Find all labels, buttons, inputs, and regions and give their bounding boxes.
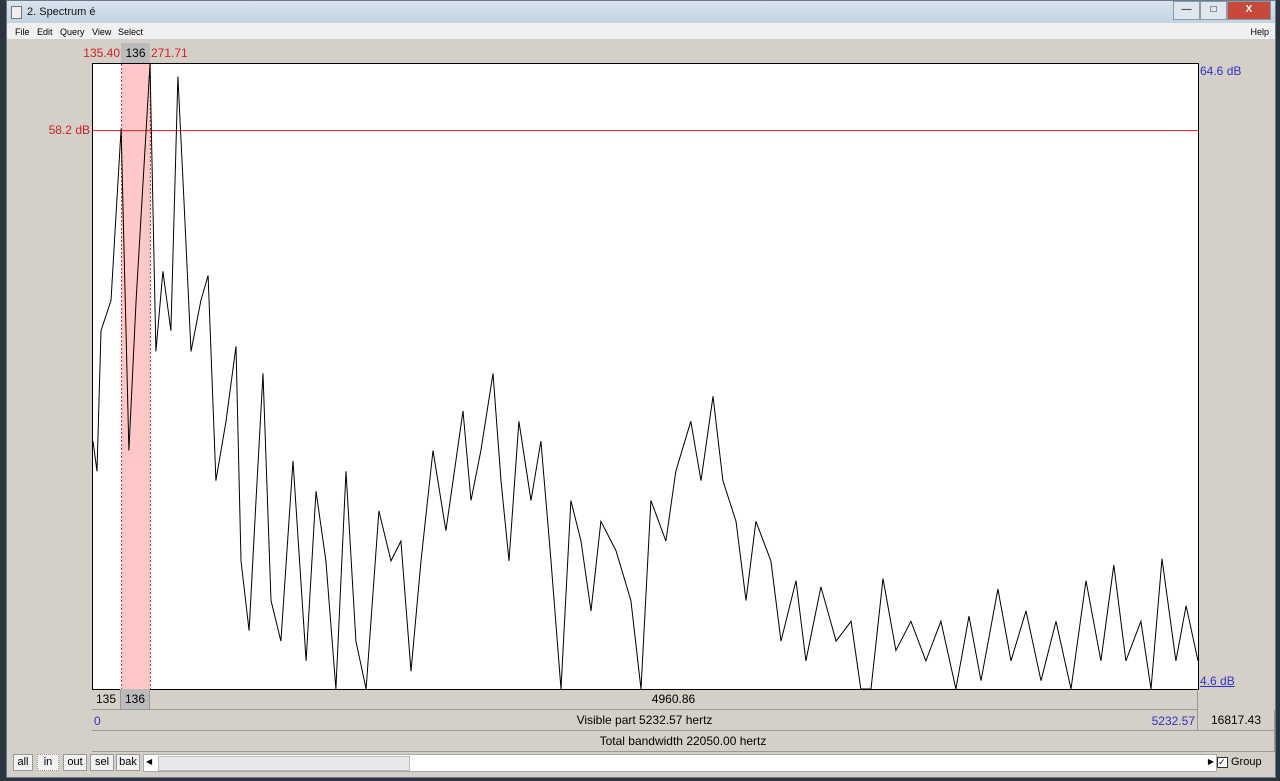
total-bandwidth-bar[interactable]: Total bandwidth 22050.00 hertz bbox=[92, 731, 1275, 752]
spectrum-plot[interactable] bbox=[92, 63, 1199, 690]
spectrum-line bbox=[92, 63, 1199, 690]
maximize-button[interactable]: □ bbox=[1200, 1, 1227, 20]
cursor-db-label: 58.2 dB bbox=[48, 123, 90, 137]
menu-select[interactable]: Select bbox=[118, 27, 143, 37]
group-label: Group bbox=[1231, 756, 1262, 768]
spectrum-window: 2. Spectrum é — □ X File Edit Query View… bbox=[6, 0, 1276, 778]
scroll-right-icon[interactable]: ▶ bbox=[1208, 757, 1214, 766]
title-bar: 2. Spectrum é — □ X bbox=[7, 1, 1275, 23]
zoom-all-button[interactable]: all bbox=[13, 754, 33, 771]
visible-part-bar[interactable]: Visible part 5232.57 hertz bbox=[92, 710, 1198, 731]
zoom-back-button[interactable]: bak bbox=[116, 754, 140, 771]
app-icon bbox=[11, 6, 22, 19]
remaining-right-cell[interactable]: 16817.43 bbox=[1198, 710, 1275, 731]
spectrum-chart[interactable] bbox=[92, 63, 1199, 690]
selection-width-label[interactable]: 136 bbox=[121, 43, 150, 63]
row1-cell-right[interactable]: 4960.86 bbox=[150, 689, 1198, 710]
close-button[interactable]: X bbox=[1227, 1, 1271, 20]
zoom-out-button[interactable]: out bbox=[63, 754, 87, 771]
menu-query[interactable]: Query bbox=[60, 27, 85, 37]
visible-start-label: 0 bbox=[94, 714, 101, 728]
window-title: 2. Spectrum é bbox=[27, 6, 96, 18]
scroll-left-icon[interactable]: ◀ bbox=[146, 757, 152, 766]
group-checkbox[interactable]: ✓ Group bbox=[1217, 756, 1262, 768]
y-min-label: 4.6 dB bbox=[1200, 674, 1235, 688]
row1-cell-left[interactable]: 135 bbox=[92, 689, 121, 710]
selection-region bbox=[121, 64, 151, 689]
visible-end-label: 5232.57 bbox=[1151, 714, 1195, 728]
menu-help[interactable]: Help bbox=[1250, 27, 1269, 37]
menu-bar: File Edit Query View Select Help bbox=[7, 23, 1275, 39]
scrollbar-thumb[interactable] bbox=[158, 756, 410, 771]
menu-edit[interactable]: Edit bbox=[37, 27, 53, 37]
y-max-label: 64.6 dB bbox=[1200, 64, 1242, 78]
checkbox-check-icon[interactable]: ✓ bbox=[1217, 756, 1228, 768]
zoom-in-button[interactable]: in bbox=[37, 754, 59, 771]
minimize-button[interactable]: — bbox=[1173, 1, 1200, 20]
horizontal-scrollbar[interactable]: ◀ ▶ bbox=[143, 754, 1217, 772]
row1-cell-selection[interactable]: 136 bbox=[121, 689, 150, 710]
zoom-sel-button[interactable]: sel bbox=[90, 754, 114, 771]
menu-view[interactable]: View bbox=[92, 27, 111, 37]
selection-end-label: 271.71 bbox=[151, 46, 188, 60]
menu-file[interactable]: File bbox=[15, 27, 30, 37]
selection-start-label: 135.40 bbox=[83, 46, 120, 60]
